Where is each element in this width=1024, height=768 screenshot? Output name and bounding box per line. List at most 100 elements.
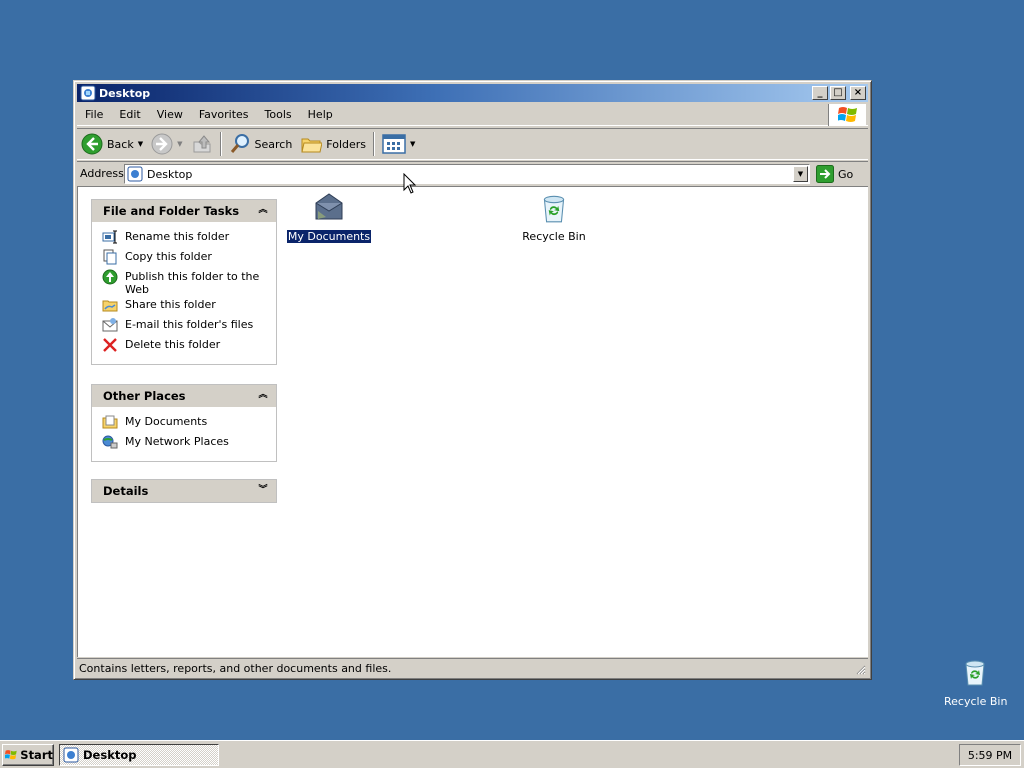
menu-view[interactable]: View [149,108,191,121]
folder-content[interactable]: File and Folder Tasks ︽ Rename this fold… [77,186,868,657]
desktop-recycle-bin[interactable]: Recycle Bin [944,656,1008,708]
views-button[interactable]: ▼ [378,130,419,158]
task-delete-label: Delete this folder [125,338,221,351]
details-title: Details [103,484,149,498]
back-arrow-icon [81,133,103,155]
place-my-documents-label: My Documents [125,415,208,428]
standard-toolbar: Back ▼ ▼ Search Folders ▼ [77,128,868,160]
resize-grip-icon[interactable] [854,663,866,675]
start-button[interactable]: Start [2,744,54,766]
menu-bar: File Edit View Favorites Tools Help [77,104,868,126]
file-recycle-bin[interactable]: Recycle Bin [499,191,609,243]
address-dropdown-button[interactable]: ▼ [793,166,808,182]
toolbar-separator [373,132,376,156]
network-places-icon [102,435,118,449]
menu-help[interactable]: Help [300,108,341,121]
go-button[interactable]: Go [816,163,853,185]
go-arrow-icon [816,165,834,183]
menu-favorites[interactable]: Favorites [191,108,257,121]
status-bar: Contains letters, reports, and other doc… [77,658,868,677]
task-email-label: E-mail this folder's files [125,318,254,331]
rename-icon [102,230,117,244]
task-copy-folder[interactable]: Copy this folder [102,248,266,268]
task-share-label: Share this folder [125,298,216,311]
task-share-folder[interactable]: Share this folder [102,296,266,316]
forward-dropdown-icon[interactable]: ▼ [177,140,182,148]
file-folder-tasks-pane: File and Folder Tasks ︽ Rename this fold… [91,199,277,365]
collapse-chevron-icon[interactable]: ︽ [256,389,270,403]
email-icon [102,318,118,332]
back-button[interactable]: Back ▼ [77,130,147,158]
file-my-documents[interactable]: My Documents [274,191,384,244]
expand-chevron-icon[interactable]: ︾ [256,484,270,498]
other-places-pane: Other Places ︽ My Documents My Network P… [91,384,277,462]
place-my-documents[interactable]: My Documents [102,413,266,433]
folders-label: Folders [326,137,367,151]
status-text: Contains letters, reports, and other doc… [79,661,392,675]
address-value: Desktop [147,167,193,181]
task-publish-web[interactable]: Publish this folder to the Web [102,268,266,296]
task-email-files[interactable]: E-mail this folder's files [102,316,266,336]
file-folder-tasks-title: File and Folder Tasks [103,204,240,218]
explorer-window: Desktop _ □ × File Edit View Favorites T… [73,80,872,680]
task-rename-folder[interactable]: Rename this folder [102,228,266,248]
forward-button[interactable]: ▼ [147,130,186,158]
windows-logo [828,104,866,126]
title-bar[interactable]: Desktop _ □ × [77,84,868,102]
views-icon [382,134,406,154]
go-label: Go [838,167,854,181]
search-label: Search [254,137,293,151]
minimize-icon: _ [817,87,823,98]
file-recycle-bin-label: Recycle Bin [522,230,586,243]
close-icon: × [853,87,863,98]
minimize-button[interactable]: _ [812,86,828,100]
close-button[interactable]: × [850,86,866,100]
folders-button[interactable]: Folders [296,130,370,158]
menu-tools[interactable]: Tools [257,108,300,121]
windows-flag-icon [837,107,857,122]
copy-icon [103,249,117,265]
search-icon [230,134,249,153]
maximize-icon: □ [833,87,843,98]
task-copy-label: Copy this folder [125,250,212,263]
details-header[interactable]: Details ︾ [92,480,276,502]
desktop-location-icon [127,166,143,182]
details-pane: Details ︾ [91,479,277,503]
views-dropdown-icon[interactable]: ▼ [410,140,415,148]
my-documents-folder-icon [315,193,343,220]
menu-file[interactable]: File [77,108,111,121]
back-dropdown-icon[interactable]: ▼ [138,140,143,148]
chevron-down-icon: ▼ [797,170,804,178]
place-my-network-places[interactable]: My Network Places [102,433,266,453]
toolbar-separator [219,132,222,156]
desktop-recycle-bin-label: Recycle Bin [944,695,1008,708]
file-my-documents-label: My Documents [285,229,373,244]
recycle-bin-icon [543,195,565,223]
menu-edit[interactable]: Edit [111,108,148,121]
delete-x-icon [103,338,117,352]
start-label: Start [20,748,53,762]
taskbar-desktop-button[interactable]: Desktop [59,744,219,766]
maximize-button[interactable]: □ [830,86,846,100]
task-publish-label: Publish this folder to the Web [125,270,260,296]
file-folder-tasks-header[interactable]: File and Folder Tasks ︽ [92,200,276,222]
search-button[interactable]: Search [225,130,297,158]
up-button[interactable] [187,130,217,158]
share-folder-icon [102,300,118,312]
mouse-cursor-icon [403,173,417,194]
recycle-bin-icon [965,660,985,686]
other-places-header[interactable]: Other Places ︽ [92,385,276,407]
collapse-chevron-icon[interactable]: ︽ [256,204,270,218]
clock[interactable]: 5:59 PM [968,749,1012,762]
other-places-title: Other Places [103,389,186,403]
place-my-network-places-label: My Network Places [125,435,229,448]
taskbar: Start Desktop 5:59 PM [0,740,1024,768]
address-input[interactable]: Desktop ▼ [124,164,810,184]
address-bar: Address Desktop ▼ Go [77,161,868,185]
my-documents-icon [102,415,118,429]
address-label: Address [80,167,124,180]
globe-publish-icon [102,269,118,285]
windows-flag-icon [5,750,17,760]
task-delete-folder[interactable]: Delete this folder [102,336,266,356]
task-rename-label: Rename this folder [125,230,230,243]
